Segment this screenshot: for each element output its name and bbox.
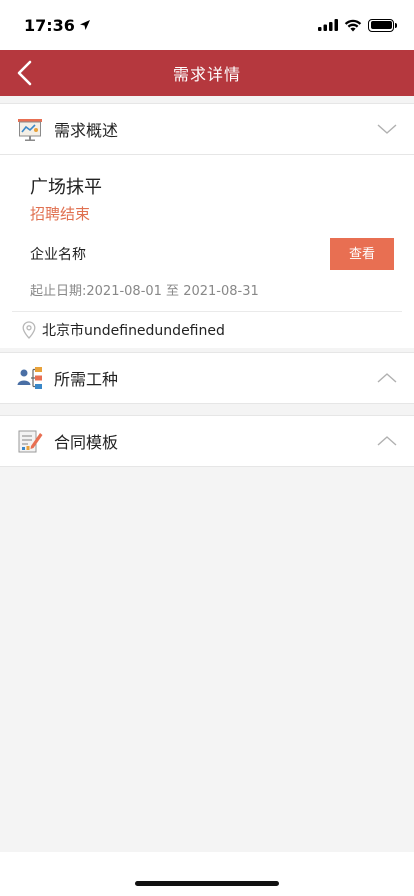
org-chart-person-icon [17,367,42,389]
job-name: 广场抹平 [30,177,102,198]
status-badge: 招聘结束 [30,205,91,223]
wifi-icon [344,19,362,31]
overview-body: 广场抹平 招聘结束 企业名称 查看 起止日期:2021-08-01 至 2021… [0,155,414,348]
screen: 17:36 需求详情 需求概述 广场抹平 招聘结束 企业名称 查看 起止日期:2… [0,0,414,896]
contract-section-title: 合同模板 [54,433,119,452]
status-time: 17:36 [24,15,75,35]
page-title: 需求详情 [172,65,241,84]
chevron-up-icon [377,373,397,383]
cellular-signal-icon [318,19,338,31]
home-indicator[interactable] [135,881,279,886]
status-time-group: 17:36 [24,16,91,35]
company-row: 企业名称 查看 [12,238,402,270]
overview-section-title: 需求概述 [54,121,119,140]
location-arrow-icon [79,20,90,30]
document-edit-icon [18,430,43,453]
date-range: 起止日期:2021-08-01 至 2021-08-31 [30,284,259,299]
battery-icon [368,18,397,32]
bottom-safe-area [0,852,414,896]
status-bar: 17:36 [0,0,414,50]
nav-bar: 需求详情 [0,50,414,96]
chevron-left-icon [17,60,32,86]
location-text: 北京市undefinedundefined [42,323,225,339]
presentation-board-icon [18,119,42,141]
work-types-section-header[interactable]: 所需工种 [0,352,414,404]
contract-section-header[interactable]: 合同模板 [0,415,414,467]
company-name-label: 企业名称 [30,247,86,263]
location-row: 北京市undefinedundefined [12,312,402,348]
view-button[interactable]: 查看 [330,238,394,270]
overview-card: 需求概述 广场抹平 招聘结束 企业名称 查看 起止日期:2021-08-01 至… [0,103,414,348]
work-types-card: 所需工种 [0,352,414,404]
location-pin-icon [22,321,36,339]
status-icons [318,18,397,32]
chevron-down-icon [377,124,397,134]
back-button[interactable] [8,57,40,89]
overview-section-header[interactable]: 需求概述 [0,103,414,155]
contract-card: 合同模板 [0,415,414,467]
chevron-up-icon [377,436,397,446]
work-types-section-title: 所需工种 [54,370,119,389]
